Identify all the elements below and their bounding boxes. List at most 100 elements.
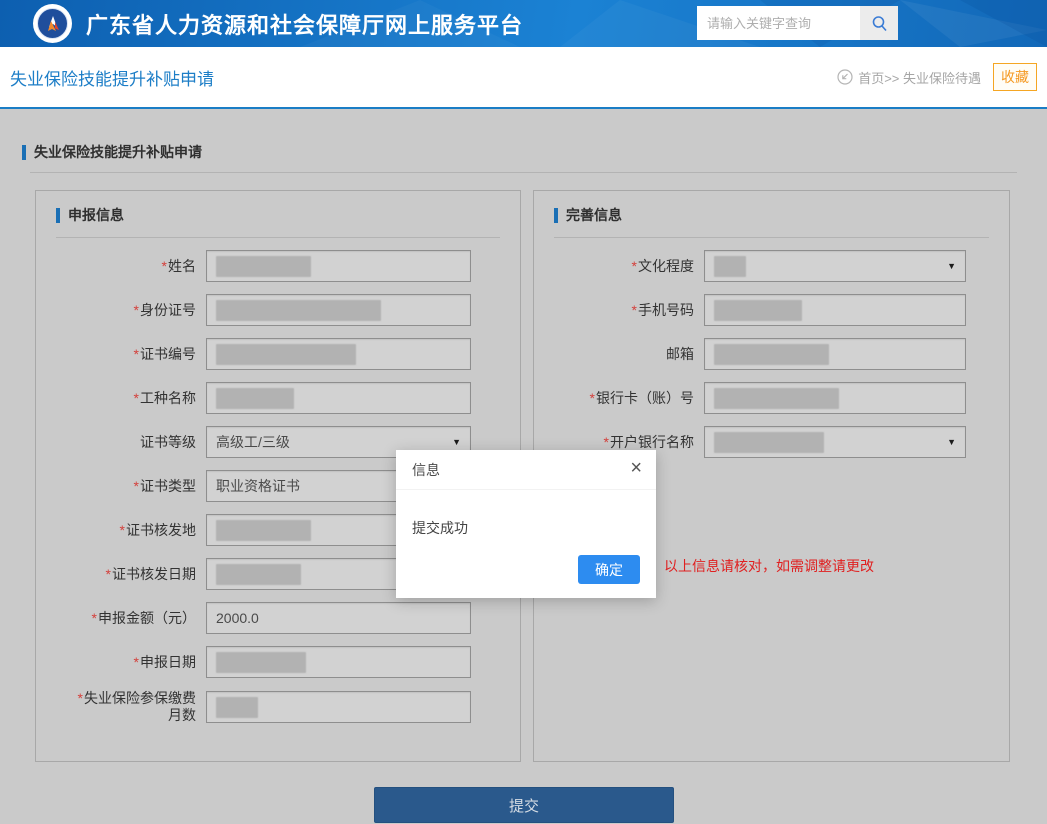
required-asterisk: * xyxy=(590,390,595,406)
input-id-card-number[interactable] xyxy=(206,294,471,326)
field-label-application-date: *申报日期 xyxy=(36,654,201,671)
panel-divider xyxy=(554,237,989,238)
field-label-bank-name: *开户银行名称 xyxy=(534,434,699,451)
form-section-title: 失业保险技能提升补贴申请 xyxy=(34,142,202,162)
required-asterisk: * xyxy=(632,258,637,274)
select-education-level[interactable]: ▼ xyxy=(704,250,966,282)
form-row-mobile-number: *手机号码 xyxy=(534,294,1009,326)
form-row-insured-months: *失业保险参保缴费月数 xyxy=(36,690,520,724)
redacted-value xyxy=(216,344,356,365)
page-title: 失业保险技能提升补贴申请 xyxy=(10,47,214,107)
required-asterisk: * xyxy=(134,302,139,318)
redacted-value xyxy=(714,388,839,409)
field-label-insured-months: *失业保险参保缴费月数 xyxy=(36,690,201,724)
required-asterisk: * xyxy=(632,302,637,318)
complete-panel-header: 完善信息 xyxy=(554,205,1009,225)
modal-title: 信息 xyxy=(412,460,440,480)
close-icon[interactable]: × xyxy=(630,458,642,478)
modal-message: 提交成功 xyxy=(396,490,656,538)
input-email[interactable] xyxy=(704,338,966,370)
field-label-email: 邮箱 xyxy=(534,346,699,363)
redacted-value xyxy=(216,300,381,321)
verify-notice-text: 以上信息请核对，如需调整请更改 xyxy=(664,556,874,576)
field-value-certificate-type: 职业资格证书 xyxy=(216,476,300,496)
redacted-value xyxy=(216,256,311,277)
input-bank-card-number[interactable] xyxy=(704,382,966,414)
agency-logo xyxy=(33,4,72,43)
chevron-down-icon: ▼ xyxy=(452,437,461,447)
redacted-value xyxy=(714,256,746,277)
return-arrow-icon xyxy=(837,69,853,85)
submit-button[interactable]: 提交 xyxy=(374,787,674,823)
required-asterisk: * xyxy=(134,478,139,494)
redacted-value xyxy=(216,697,258,718)
input-job-title[interactable] xyxy=(206,382,471,414)
search-box xyxy=(697,6,898,40)
redacted-value xyxy=(216,564,301,585)
input-application-date[interactable] xyxy=(206,646,471,678)
form-row-name: *姓名 xyxy=(36,250,520,282)
portal-title: 广东省人力资源和社会保障厅网上服务平台 xyxy=(86,0,523,47)
required-asterisk: * xyxy=(120,522,125,538)
field-value-certificate-level: 高级工/三级 xyxy=(216,432,290,452)
field-label-job-title: *工种名称 xyxy=(36,390,201,407)
select-bank-name[interactable]: ▼ xyxy=(704,426,966,458)
field-label-certificate-level: 证书等级 xyxy=(36,434,201,451)
chevron-down-icon: ▼ xyxy=(947,261,956,271)
breadcrumb: 首页>> 失业保险待遇 收藏 xyxy=(837,47,1041,107)
input-insured-months[interactable] xyxy=(206,691,471,723)
complete-fields: *文化程度 ▼ *手机号码邮箱 *银行卡（账）号 *开户银行名称 ▼ xyxy=(534,250,1009,458)
required-asterisk: * xyxy=(162,258,167,274)
section-divider xyxy=(30,172,1017,173)
chevron-down-icon: ▼ xyxy=(947,437,956,447)
redacted-value xyxy=(216,388,294,409)
form-row-education-level: *文化程度 ▼ xyxy=(534,250,1009,282)
form-section-header: 失业保险技能提升补贴申请 xyxy=(22,142,202,162)
field-label-bank-card-number: *银行卡（账）号 xyxy=(534,390,699,407)
search-input[interactable] xyxy=(697,6,860,40)
redacted-value xyxy=(714,344,829,365)
search-button[interactable] xyxy=(860,6,898,40)
input-name[interactable] xyxy=(206,250,471,282)
field-label-certificate-type: *证书类型 xyxy=(36,478,201,495)
redacted-value xyxy=(216,652,306,673)
form-row-application-amount: *申报金额（元） 2000.0 xyxy=(36,602,520,634)
required-asterisk: * xyxy=(92,610,97,626)
field-value-application-amount: 2000.0 xyxy=(216,610,259,626)
search-icon xyxy=(871,15,888,32)
required-asterisk: * xyxy=(134,346,139,362)
required-asterisk: * xyxy=(134,654,139,670)
required-asterisk: * xyxy=(106,566,111,582)
message-modal: 信息 × 提交成功 确定 xyxy=(396,450,656,598)
redacted-value xyxy=(216,520,311,541)
form-row-bank-card-number: *银行卡（账）号 xyxy=(534,382,1009,414)
required-asterisk: * xyxy=(134,390,139,406)
declaration-panel-title: 申报信息 xyxy=(68,205,124,225)
required-asterisk: * xyxy=(604,434,609,450)
input-certificate-number[interactable] xyxy=(206,338,471,370)
redacted-value xyxy=(714,300,802,321)
field-label-application-amount: *申报金额（元） xyxy=(36,610,201,627)
panel-divider xyxy=(56,237,500,238)
field-label-name: *姓名 xyxy=(36,258,201,275)
form-row-id-card-number: *身份证号 xyxy=(36,294,520,326)
input-application-amount[interactable]: 2000.0 xyxy=(206,602,471,634)
form-row-certificate-number: *证书编号 xyxy=(36,338,520,370)
form-row-application-date: *申报日期 xyxy=(36,646,520,678)
confirm-button[interactable]: 确定 xyxy=(578,555,640,584)
input-mobile-number[interactable] xyxy=(704,294,966,326)
favorite-button[interactable]: 收藏 xyxy=(993,63,1037,91)
field-label-certificate-issue-place: *证书核发地 xyxy=(36,522,201,539)
app-header: 广东省人力资源和社会保障厅网上服务平台 xyxy=(0,0,1047,47)
required-asterisk: * xyxy=(78,690,83,706)
field-label-mobile-number: *手机号码 xyxy=(534,302,699,319)
field-label-id-card-number: *身份证号 xyxy=(36,302,201,319)
modal-header: 信息 × xyxy=(396,450,656,490)
panel-accent-bar xyxy=(56,208,60,223)
field-label-certificate-number: *证书编号 xyxy=(36,346,201,363)
section-accent-bar xyxy=(22,145,26,160)
panel-accent-bar xyxy=(554,208,558,223)
field-label-certificate-issue-date: *证书核发日期 xyxy=(36,566,201,583)
breadcrumb-trail[interactable]: 首页>> 失业保险待遇 xyxy=(858,68,981,87)
field-label-education-level: *文化程度 xyxy=(534,258,699,275)
